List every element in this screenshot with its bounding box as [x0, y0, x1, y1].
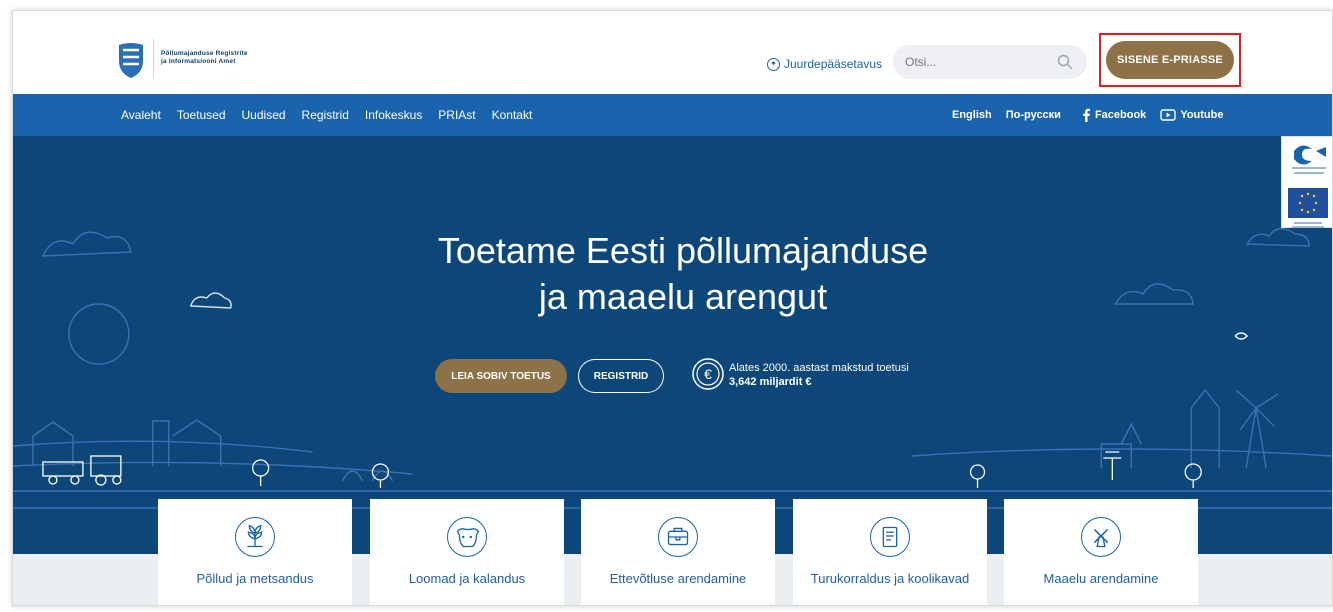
nav-item-toetused[interactable]: Toetused — [177, 108, 226, 122]
card-market-school-schemes[interactable]: Turukorraldus ja koolikavad — [793, 499, 987, 605]
nav-item-avaleht[interactable]: Avaleht — [121, 108, 161, 122]
accessibility-icon: ✦ — [767, 57, 780, 71]
windmill-icon — [1081, 517, 1121, 557]
card-label: Ettevõtluse arendamine — [609, 571, 747, 586]
logo-divider — [153, 39, 154, 79]
card-rural-development[interactable]: Maaelu arendamine — [1004, 499, 1198, 605]
nav-item-priast[interactable]: PRIAst — [438, 108, 475, 122]
fisheries-fund-logo — [1292, 145, 1326, 174]
logo-line-1: Põllumajanduse Registrite — [161, 50, 248, 57]
coat-of-arms-logo[interactable] — [117, 41, 145, 79]
lang-english-link[interactable]: English — [952, 109, 992, 121]
search-box — [893, 45, 1087, 79]
logo-text: Põllumajanduse Registrite ja Informatsio… — [161, 50, 248, 66]
payments-stat-value: 3,642 miljardit € — [729, 376, 812, 388]
login-e-pria-button[interactable]: SISENE E-PRIASSE — [1106, 41, 1234, 79]
logo-line-2: ja Informatsiooni Amet — [161, 58, 236, 65]
euro-coin-icon: € — [692, 358, 724, 390]
lang-russian-link[interactable]: По-русски — [1006, 109, 1061, 121]
facebook-label: Facebook — [1094, 108, 1147, 121]
eu-funding-badge[interactable] — [1281, 136, 1332, 228]
nav-menu: Avaleht Toetused Uudised Registrid Infok… — [121, 108, 532, 122]
cow-icon — [447, 517, 487, 557]
search-input[interactable] — [905, 53, 1045, 71]
card-label: Loomad ja kalandus — [408, 571, 526, 586]
facebook-icon — [1083, 108, 1090, 122]
card-business-development[interactable]: Ettevõtluse arendamine — [581, 499, 775, 605]
hero-title: Toetame Eesti põllumajanduse ja maaelu a… — [323, 228, 1043, 320]
nav-item-uudised[interactable]: Uudised — [242, 108, 286, 122]
youtube-link[interactable]: Youtube — [1160, 108, 1224, 121]
browser-page: Põllumajanduse Registrite ja Informatsio… — [12, 10, 1333, 606]
svg-text:€: € — [704, 366, 712, 382]
payments-stat: Alates 2000. aastast makstud toetusi 3,6… — [729, 361, 909, 389]
nav-secondary: English По-русски Facebook Youtube — [952, 108, 1224, 122]
hero-title-line-2: ja maaelu arengut — [538, 276, 828, 317]
nav-item-kontakt[interactable]: Kontakt — [492, 108, 533, 122]
card-animals-fishery[interactable]: Loomad ja kalandus — [370, 499, 564, 605]
search-icon[interactable] — [1057, 54, 1073, 70]
youtube-label: Youtube — [1180, 108, 1224, 121]
payments-stat-label: Alates 2000. aastast makstud toetusi — [729, 362, 909, 374]
eu-flag-icon — [1288, 188, 1328, 228]
card-label: Turukorraldus ja koolikavad — [810, 571, 970, 586]
card-fields-forestry[interactable]: Põllud ja metsandus — [158, 499, 352, 605]
briefcase-icon — [658, 517, 698, 557]
card-label: Põllud ja metsandus — [196, 571, 314, 586]
wheat-icon — [235, 517, 275, 557]
registers-button[interactable]: REGISTRID — [578, 359, 664, 393]
facebook-link[interactable]: Facebook — [1081, 108, 1146, 122]
nav-item-registrid[interactable]: Registrid — [302, 108, 349, 122]
hero-title-line-1: Toetame Eesti põllumajanduse — [437, 230, 929, 271]
document-icon — [870, 517, 910, 557]
header: Põllumajanduse Registrite ja Informatsio… — [13, 11, 1332, 94]
accessibility-link[interactable]: ✦ Juurdepääsetavus — [767, 57, 882, 71]
youtube-icon — [1160, 109, 1177, 121]
accessibility-label: Juurdepääsetavus — [784, 57, 883, 71]
category-cards: Põllud ja metsandus Loomad ja kalandus E… — [158, 499, 1198, 605]
card-label: Maaelu arendamine — [1043, 571, 1159, 586]
main-nav: Avaleht Toetused Uudised Registrid Infok… — [13, 94, 1332, 136]
nav-item-infokeskus[interactable]: Infokeskus — [365, 108, 422, 122]
find-support-button[interactable]: LEIA SOBIV TOETUS — [435, 359, 567, 393]
